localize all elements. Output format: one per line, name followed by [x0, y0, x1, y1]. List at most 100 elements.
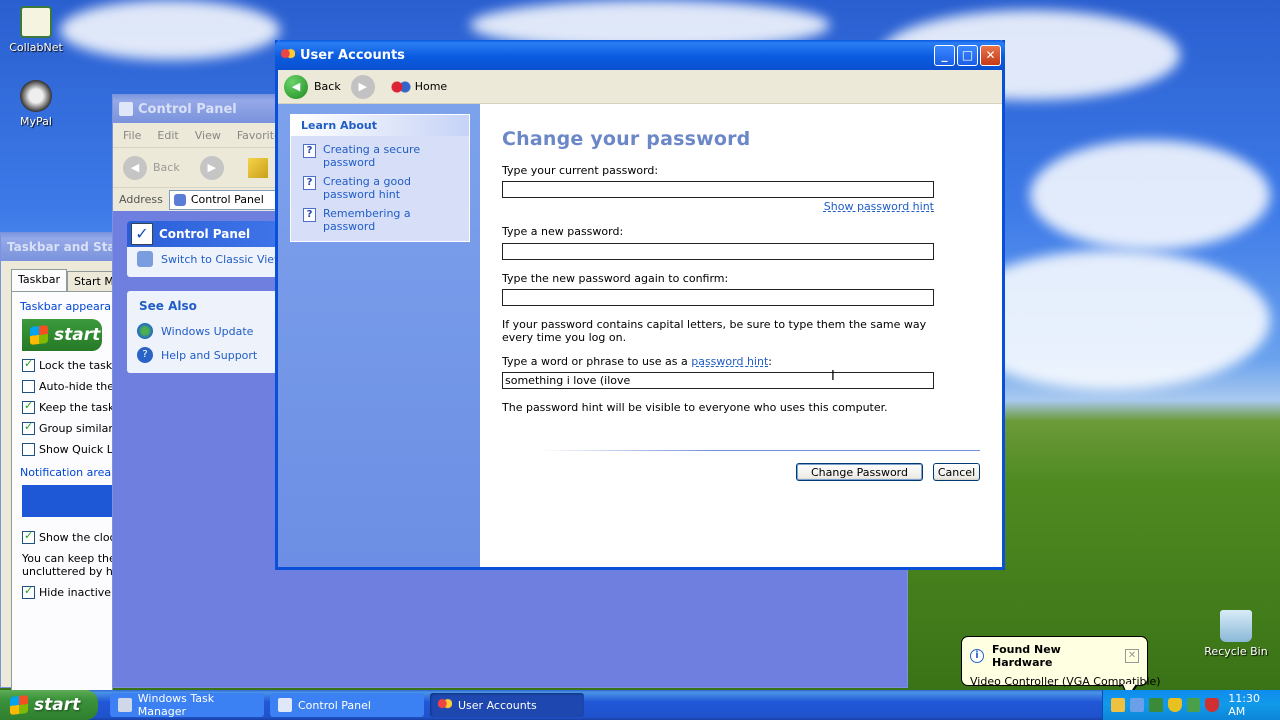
desktop-icon-collabnet[interactable]: CollabNet — [1, 6, 71, 54]
checkbox[interactable] — [22, 399, 35, 414]
address-field[interactable]: Control Panel — [168, 189, 279, 210]
task-manager-icon — [118, 698, 132, 712]
option-show-clock[interactable]: Show the clock — [22, 529, 122, 544]
info-icon: i — [970, 649, 984, 663]
user-accounts-icon — [438, 698, 452, 712]
window-title: User Accounts — [300, 47, 405, 63]
tab-taskbar[interactable]: Taskbar — [11, 269, 67, 291]
page-title: Change your password — [502, 128, 751, 150]
checkbox[interactable] — [22, 420, 35, 435]
checkbox[interactable] — [22, 443, 35, 456]
option-group-similar[interactable]: Group similar taskbar buttons — [22, 420, 203, 435]
tab-panel: Taskbar appearance start Lock the taskba… — [11, 291, 222, 691]
hint-visibility-note: The password hint will be visible to eve… — [502, 401, 888, 414]
option-keep-on-top[interactable]: Keep the taskbar on top — [22, 399, 171, 414]
learn-about-header: Learn About — [291, 115, 469, 136]
clock[interactable]: 11:30 AM — [1228, 692, 1280, 718]
close-icon[interactable]: ✕ — [1125, 649, 1140, 663]
learn-link-secure-password[interactable]: ? Creating a secure password — [291, 140, 469, 172]
title-bar[interactable]: User Accounts _ □ ✕ — [275, 40, 1005, 70]
change-password-panel: Change your password Type your current p… — [480, 104, 1002, 567]
user-accounts-icon — [281, 48, 295, 62]
cancel-button[interactable]: Cancel — [933, 463, 980, 481]
option-hide-inactive[interactable]: Hide inactive icons — [22, 584, 143, 599]
address-value: Control Panel — [190, 193, 264, 206]
link-label: Switch to Classic View — [161, 252, 277, 266]
show-hint-row: Show password hint — [502, 200, 934, 213]
desktop-icon-label: MyPal — [20, 115, 52, 128]
user-accounts-window: User Accounts _ □ ✕ ◀ Back ▶ Home Learn … — [275, 40, 1005, 570]
confirm-password-label: Type the new password again to confirm: — [502, 272, 729, 285]
taskbar: start Windows Task Manager Control Panel… — [0, 690, 1280, 720]
checkbox[interactable] — [22, 380, 35, 393]
start-button[interactable]: start — [0, 690, 98, 720]
help-question-icon: ? — [303, 176, 316, 190]
panel-title: Control Panel — [159, 227, 251, 241]
title-bar[interactable]: Taskbar and Start Menu Properties — [1, 233, 113, 261]
cloud — [1030, 140, 1270, 250]
desktop-icon-recycle-bin[interactable]: Recycle Bin — [1201, 610, 1271, 658]
tab-strip: Taskbar Start Menu — [11, 269, 142, 291]
password-hint-field[interactable] — [502, 372, 934, 389]
control-panel-box: ✓ Control Panel Switch to Classic View — [127, 221, 277, 277]
password-hint-link[interactable]: password hint — [691, 355, 768, 368]
close-button[interactable]: ✕ — [980, 44, 1001, 66]
task-label: User Accounts — [458, 698, 537, 712]
back-arrow-icon[interactable]: ◀ — [123, 155, 147, 180]
task-control-panel[interactable]: Control Panel — [270, 693, 424, 717]
task-windows-task-manager[interactable]: Windows Task Manager — [110, 692, 264, 718]
windows-update-icon — [137, 323, 153, 339]
back-label[interactable]: Back — [153, 161, 180, 174]
start-label: start — [34, 695, 81, 715]
notification-balloon[interactable]: i Found New Hardware ✕ Video Controller … — [961, 636, 1161, 699]
up-folder-icon[interactable] — [247, 157, 268, 178]
learn-link-remembering[interactable]: ? Remembering a password — [291, 204, 469, 236]
help-icon: ? — [137, 347, 153, 363]
hardware-icon[interactable] — [1111, 698, 1125, 712]
maximize-button[interactable]: □ — [957, 44, 978, 66]
confirm-password-field[interactable] — [502, 289, 934, 306]
option-auto-hide[interactable]: Auto-hide the taskbar — [22, 380, 159, 393]
control-panel-taskpane: ✓ Control Panel Switch to Classic View S… — [127, 221, 277, 373]
hint-colon: : — [768, 355, 772, 368]
checkbox[interactable] — [22, 357, 35, 372]
security-shield-icon[interactable] — [1167, 698, 1182, 712]
new-password-field[interactable] — [502, 243, 934, 260]
green-tray-icon[interactable] — [1148, 698, 1163, 712]
control-panel-icon — [173, 193, 186, 206]
link-label: Help and Support — [161, 348, 258, 362]
option-quick-launch[interactable]: Show Quick Launch — [22, 443, 147, 456]
help-question-icon: ? — [303, 144, 316, 158]
hint-label-text: Type a word or phrase to use as a — [502, 355, 688, 368]
option-lock-taskbar[interactable]: Lock the taskbar — [22, 357, 131, 372]
task-user-accounts[interactable]: User Accounts — [430, 693, 584, 717]
network-icon[interactable] — [1129, 698, 1144, 712]
forward-button[interactable]: ▶ — [350, 74, 381, 99]
forward-arrow-icon[interactable]: ▶ — [199, 155, 224, 180]
learn-link-password-hint[interactable]: ? Creating a good password hint — [291, 172, 469, 204]
menu-edit[interactable]: Edit — [157, 129, 178, 142]
home-button[interactable]: Home — [390, 77, 447, 96]
control-panel-icon — [119, 102, 133, 116]
help-support-link[interactable]: ? Help and Support — [127, 343, 277, 367]
checkbox[interactable] — [22, 529, 35, 544]
navigation-bar: ◀ Back ▶ Home — [278, 70, 1002, 104]
desktop-icon-mypal[interactable]: MyPal — [1, 80, 71, 128]
windows-update-link[interactable]: Windows Update — [127, 319, 277, 343]
show-password-hint-link[interactable]: Show password hint — [824, 200, 934, 213]
checkbox[interactable] — [22, 584, 35, 599]
menu-file[interactable]: File — [123, 129, 141, 142]
security-alert-icon[interactable] — [1205, 698, 1220, 712]
menu-view[interactable]: View — [195, 129, 221, 142]
back-button[interactable]: ◀ Back — [284, 74, 341, 99]
update-icon[interactable] — [1186, 698, 1201, 712]
current-password-field[interactable] — [502, 181, 934, 198]
new-password-label: Type a new password: — [502, 225, 624, 238]
taskbar-preview: start — [22, 319, 102, 351]
recycle-bin-icon — [1220, 610, 1252, 642]
change-password-button[interactable]: Change Password — [796, 463, 923, 481]
minimize-button[interactable]: _ — [934, 44, 955, 66]
switch-classic-view-link[interactable]: Switch to Classic View — [127, 247, 277, 271]
balloon-header: i Found New Hardware ✕ — [970, 643, 1140, 669]
help-question-icon: ? — [303, 208, 316, 222]
